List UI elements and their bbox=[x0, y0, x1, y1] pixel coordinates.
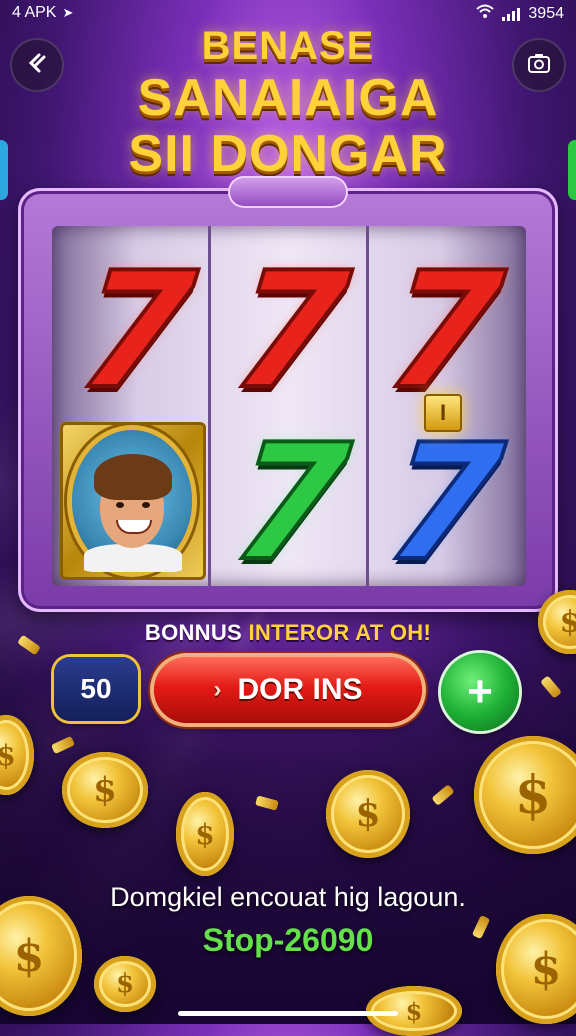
reel-2-bottom-symbol: 7 bbox=[216, 407, 366, 586]
bonus-marker-icon: I bbox=[424, 394, 462, 432]
bet-value: 50 bbox=[80, 673, 112, 704]
portrait-hair bbox=[94, 454, 172, 500]
title-line-2: SANAIAIGA bbox=[137, 69, 439, 127]
spin-button[interactable]: › DOR INS bbox=[154, 657, 422, 723]
home-indicator[interactable] bbox=[178, 1011, 398, 1016]
frame-crest bbox=[228, 176, 348, 208]
bonus-banner: BONNUS INTEROR AT OH! bbox=[0, 620, 576, 646]
signal-icon bbox=[502, 7, 521, 21]
portrait-shirt bbox=[84, 544, 182, 572]
left-side-decoration bbox=[0, 140, 8, 200]
back-icon bbox=[25, 51, 49, 80]
back-button[interactable] bbox=[10, 38, 64, 92]
plus-button[interactable]: + bbox=[441, 653, 519, 731]
game-title: BENASE SANAIAIGA SII DONGAR bbox=[60, 22, 516, 180]
camera-button[interactable] bbox=[512, 38, 566, 92]
gold-coin-icon: $ bbox=[62, 752, 148, 828]
wifi-icon bbox=[476, 4, 495, 23]
title-line-1: BENASE bbox=[201, 24, 375, 68]
reel-3-top-symbol: 7 bbox=[370, 235, 520, 426]
bonus-banner-part1: BONNUS bbox=[144, 620, 249, 645]
status-right-text: 3954 bbox=[528, 4, 564, 22]
title-line-3: SII DONGAR bbox=[128, 125, 448, 183]
gold-coin-icon: $ bbox=[326, 770, 410, 858]
status-message: Domgkiel encouat hig lagoun. bbox=[110, 882, 466, 912]
reel-2-top-symbol: 7 bbox=[216, 235, 366, 426]
reel-1-top-symbol: 7 bbox=[62, 235, 212, 426]
camera-icon bbox=[527, 52, 551, 79]
red-seven-symbol: 7 bbox=[70, 235, 205, 426]
right-side-decoration bbox=[568, 140, 576, 200]
bonus-banner-part2: INTEROR AT OH! bbox=[248, 620, 432, 645]
blue-seven-symbol: 7 bbox=[378, 407, 513, 586]
status-left-text: 4 APK bbox=[12, 4, 57, 21]
portrait-symbol bbox=[60, 422, 206, 580]
portrait-eye bbox=[142, 502, 150, 508]
plus-icon: + bbox=[467, 667, 493, 716]
gold-coin-icon: $ bbox=[94, 956, 156, 1012]
spin-label: DOR INS bbox=[237, 673, 363, 706]
portrait-eye bbox=[116, 502, 124, 508]
chevron-right-icon: › bbox=[213, 676, 222, 703]
gold-coin-icon: $ bbox=[176, 792, 234, 876]
reel-divider bbox=[366, 226, 369, 586]
red-seven-symbol: 7 bbox=[224, 235, 359, 426]
red-seven-symbol: 7 bbox=[378, 235, 513, 426]
bet-amount-button[interactable]: 50 bbox=[54, 657, 138, 721]
green-seven-symbol: 7 bbox=[224, 407, 359, 586]
reel-3-bottom-symbol: 7 bbox=[370, 407, 520, 586]
navigation-icon: ➤ bbox=[62, 5, 74, 20]
stop-counter: Stop-26090 bbox=[202, 922, 374, 958]
